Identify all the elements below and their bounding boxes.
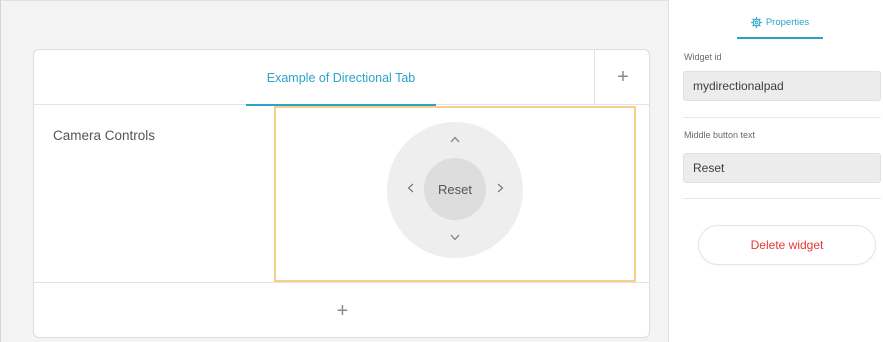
- chevron-right-icon: [497, 183, 503, 193]
- properties-sidebar: Properties Widget id Middle button text …: [668, 0, 883, 342]
- dpad-center-button[interactable]: Reset: [424, 158, 486, 220]
- dpad-up-button[interactable]: [442, 126, 468, 152]
- editor-canvas: Example of Directional Tab + Camera Cont…: [0, 0, 668, 342]
- chevron-up-icon: [450, 136, 460, 142]
- middle-button-text-input[interactable]: [683, 153, 881, 183]
- widget-id-input[interactable]: [683, 71, 881, 101]
- chevron-down-icon: [450, 234, 460, 240]
- dpad-left-button[interactable]: [397, 175, 423, 201]
- widget-id-label: Widget id: [684, 52, 722, 62]
- middle-button-text-label: Middle button text: [684, 130, 756, 140]
- panel-card: Example of Directional Tab + Camera Cont…: [33, 49, 650, 338]
- row-label: Camera Controls: [53, 128, 156, 143]
- directional-pad: Reset: [387, 122, 523, 258]
- tab-bar: Example of Directional Tab +: [34, 50, 649, 106]
- dpad-down-button[interactable]: [442, 224, 468, 250]
- add-row-button[interactable]: +: [34, 283, 649, 337]
- tab-directional[interactable]: Example of Directional Tab: [246, 50, 436, 106]
- tab-properties[interactable]: Properties: [737, 6, 823, 39]
- dpad-right-button[interactable]: [487, 175, 513, 201]
- add-tab-button[interactable]: +: [594, 50, 649, 105]
- chevron-left-icon: [407, 183, 413, 193]
- tab-properties-label: Properties: [765, 17, 810, 28]
- field-separator: [683, 117, 881, 118]
- delete-widget-button[interactable]: Delete widget: [698, 225, 876, 265]
- gear-icon: [750, 17, 762, 28]
- field-separator: [683, 198, 881, 199]
- directional-pad-widget[interactable]: Reset: [274, 106, 636, 282]
